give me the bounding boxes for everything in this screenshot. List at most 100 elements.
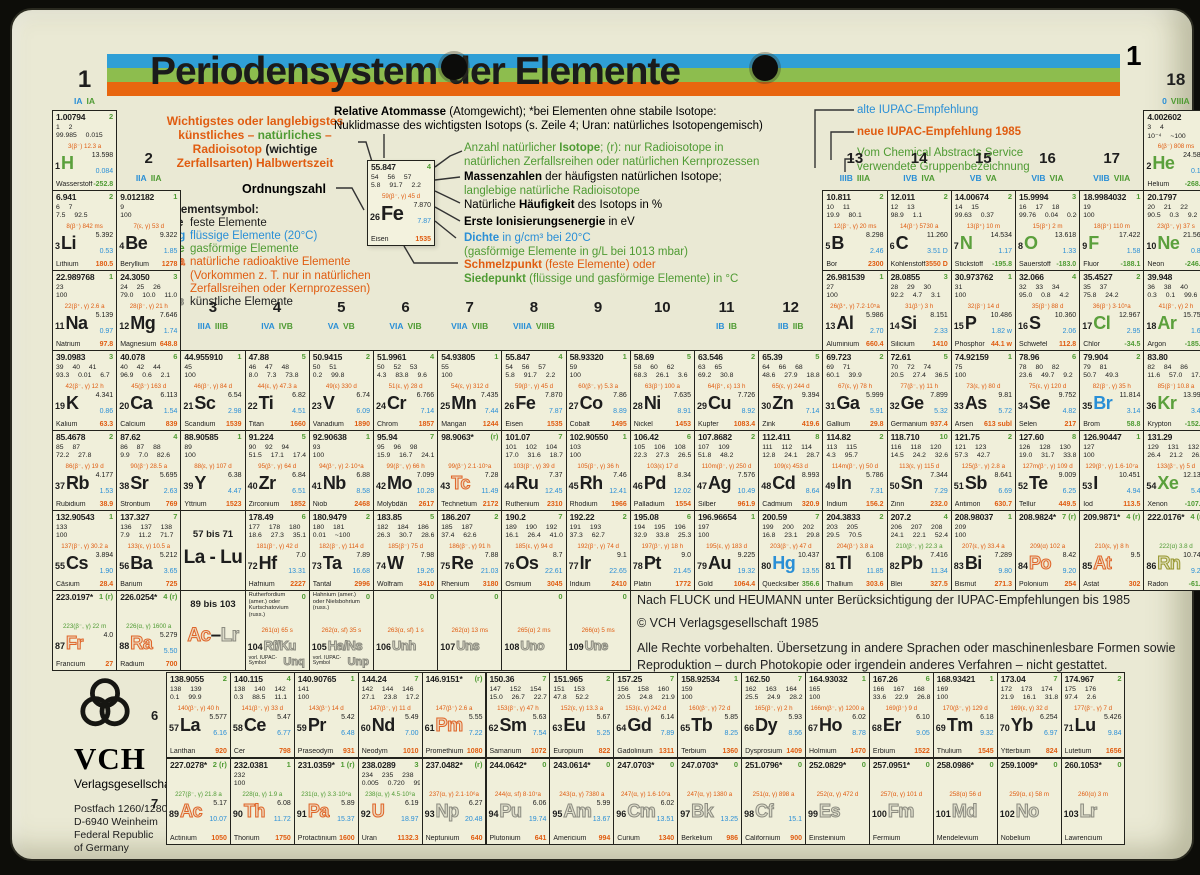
atomic-number: 41 — [312, 481, 322, 491]
density: 1.54 — [164, 408, 178, 415]
element-symbol: Fm — [888, 802, 914, 820]
isotope-mass-numbers: 12 13 — [891, 204, 949, 211]
element-107: 0 262(α) 13 ms 107Uns — [437, 590, 502, 671]
atomic-number: 21 — [183, 401, 193, 411]
radioisotope-line: 210(ε, γ) 8 h — [1081, 543, 1142, 550]
isotope-mass-numbers: 147 152 154 — [490, 686, 548, 693]
isotope-count: 4 — [173, 432, 177, 441]
radioisotope-line: 64(β⁺, ε) 13 h — [696, 383, 757, 390]
atomic-number: 54 — [1146, 481, 1156, 491]
density: 19.26 — [417, 568, 435, 575]
melting-or-boiling-point: 1072 — [531, 748, 547, 755]
isotope-count: 7 — [558, 512, 562, 521]
publisher-block: VCH Verlagsgesellschaft Postfach 1260/12… — [74, 674, 177, 856]
atomic-number: 58 — [233, 723, 243, 733]
isotope-mass-numbers: 105 106 108 — [634, 444, 692, 451]
number-and-symbol: 42Mo — [376, 474, 412, 492]
trivial-names-note: Hahnium (amer.) oder Nielsbohrium (russ.… — [313, 592, 361, 612]
publisher-subname: Verlagsgesellschaft — [74, 777, 177, 791]
density: 8.64 — [806, 488, 820, 495]
atomic-number: 101 — [936, 809, 951, 819]
atomic-mass: 183.85 — [377, 512, 402, 522]
radioisotope-line: 263(α, sf) 1 s — [375, 627, 436, 634]
element-name: Osmium — [505, 581, 531, 588]
element-symbol: Mn — [451, 394, 476, 412]
atomic-mass: 39.948 — [1147, 272, 1172, 282]
number-and-symbol: 88Ra — [119, 634, 152, 652]
isotope-abundances: 4.3 95.7 — [826, 452, 884, 459]
ionization-energy: 6.08 — [277, 800, 291, 807]
atomic-mass: 95.94 — [377, 432, 397, 442]
isotope-abundances: 96.9 0.6 2.1 — [120, 372, 178, 379]
isotope-count: 1 — [173, 192, 177, 201]
melting-or-boiling-point: 725 — [166, 581, 178, 588]
element-symbol: Fe — [381, 204, 403, 224]
element-symbol: Nd — [372, 716, 395, 734]
group-number-2: 2 — [116, 150, 181, 167]
group-number-16: 16 — [1015, 150, 1080, 167]
number-and-symbol: 96Cm — [616, 802, 655, 820]
element-Mg: 24.3050 3 24 25 26 79.0 10.0 11.0 28(β⁻,… — [116, 270, 181, 351]
density: 5.50 — [164, 648, 178, 655]
radioisotope-line: 185(β⁻) 75 d — [375, 543, 436, 550]
melting-or-boiling-point: 2172 — [483, 501, 499, 508]
element-106: 0 263(α, sf) 1 s 106Unh — [373, 590, 438, 671]
element-symbol: Tl — [836, 554, 851, 572]
isotope-mass-numbers: 194 195 196 — [634, 524, 692, 531]
melting-or-boiling-point: 356.6 — [802, 581, 820, 588]
isotope-count: 3 — [173, 272, 177, 281]
number-and-symbol: 9F — [1082, 234, 1099, 252]
isotope-abundances: 4.3 83.8 9.6 — [377, 372, 435, 379]
isotope-count: 7 (r) — [1062, 512, 1076, 521]
atomic-number: 57 — [169, 723, 179, 733]
isotope-abundances: 100 — [56, 292, 114, 299]
element-name: Phosphor — [955, 341, 985, 348]
density: 9.32 — [980, 730, 994, 737]
isotope-abundances: 11.6 57.0 17.3 — [1147, 372, 1200, 379]
element-symbol: Ha/Ns — [328, 639, 362, 652]
element-symbol: Md — [952, 802, 977, 820]
element-symbol: Br — [1093, 394, 1112, 412]
element-Ra: 226.0254* 4 (r) 226(α, γ) 1600 a 5.279 8… — [116, 590, 181, 671]
element-name: Silicium — [891, 341, 915, 348]
element-Ac: 227.0278* 2 (r) 227(β⁻, γ) 21.8 a 5.17 8… — [166, 758, 231, 845]
isotope-mass-numbers: 78 80 82 — [1019, 364, 1077, 371]
isotope-count: 0 — [1117, 760, 1121, 769]
isotope-abundances: 100 — [570, 452, 628, 459]
element-symbol: Zr — [259, 474, 276, 492]
element-Pt: 195.08 6 194 195 196 32.9 33.8 25.3 197(… — [630, 510, 695, 591]
isotope-count: 7 — [558, 432, 562, 441]
element-symbol: Ge — [901, 394, 924, 412]
radioisotope-line: 252(α, γ) 472 d — [807, 791, 868, 798]
atomic-mass: 106.42 — [634, 432, 659, 442]
isotope-mass-numbers: 79 81 — [1083, 364, 1141, 371]
isotope-count: 2 — [366, 352, 370, 361]
isotope-count: 0 — [926, 760, 930, 769]
melting-or-boiling-point: 1857 — [419, 421, 435, 428]
atomic-mass: 178.49 — [249, 512, 274, 522]
isotope-count: 5 — [944, 352, 948, 361]
ionization-energy: 5.695 — [160, 472, 178, 479]
melting-or-boiling-point: 1545 — [978, 748, 994, 755]
element-symbol: In — [836, 474, 851, 492]
isotope-count: 1 — [1008, 272, 1012, 281]
isotope-mass-numbers: 28 29 30 — [891, 284, 949, 291]
melting-or-boiling-point: 1600 — [339, 835, 355, 842]
density: 12.41 — [609, 488, 627, 495]
element-Br: 79.904 2 79 81 50.7 49.3 82(β⁻, γ) 35 h … — [1079, 350, 1144, 431]
element-symbol: Ne — [1157, 234, 1179, 252]
isotope-count: 5 — [687, 352, 691, 361]
density: 13.51 — [657, 816, 675, 823]
element-name: Rhodium — [570, 501, 598, 508]
number-and-symbol: 43Tc — [440, 474, 470, 492]
element-symbol: Np — [436, 802, 459, 820]
isotope-abundances: 16.8 23.1 29.8 — [762, 532, 820, 539]
radioisotope-line: 114m(β⁻, γ) 50 d — [824, 463, 885, 470]
isotope-abundances: 14.5 24.2 32.6 — [891, 452, 949, 459]
number-and-symbol: 39Y — [183, 474, 206, 492]
isotope-count: 2 — [494, 512, 498, 521]
element-symbol: Fe — [515, 394, 535, 412]
density: 0.84 — [1191, 248, 1200, 255]
density: 3.48 — [1191, 408, 1200, 415]
isotope-mass-numbers: 14 15 — [955, 204, 1013, 211]
